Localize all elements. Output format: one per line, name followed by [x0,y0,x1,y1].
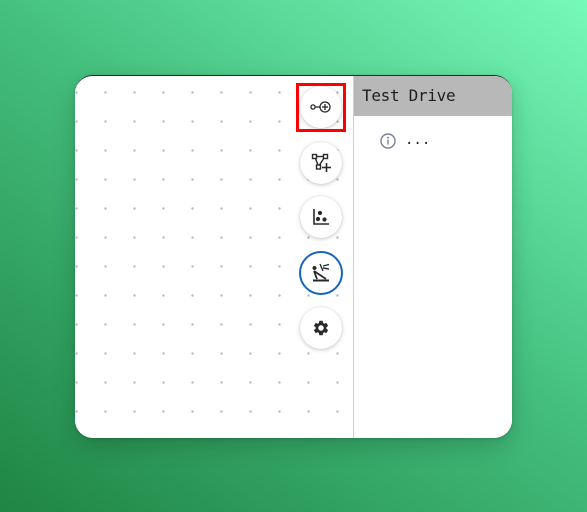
crane-icon [312,263,330,282]
add-edge-icon [311,153,331,172]
scatter-chart-icon [313,209,329,225]
add-edge-button[interactable] [300,142,342,184]
info-text: ... [405,132,431,148]
highlight-box [296,83,346,132]
settings-button[interactable] [300,307,342,349]
panel-title: Test Drive [362,86,456,105]
info-icon[interactable] [379,132,397,150]
gear-icon [313,320,329,336]
scatter-chart-button[interactable] [300,196,342,238]
crane-button[interactable] [299,251,343,295]
side-panel: Test Drive ... [354,76,512,438]
app-window: Test Drive ... [75,75,512,438]
panel-header: Test Drive [354,76,512,116]
